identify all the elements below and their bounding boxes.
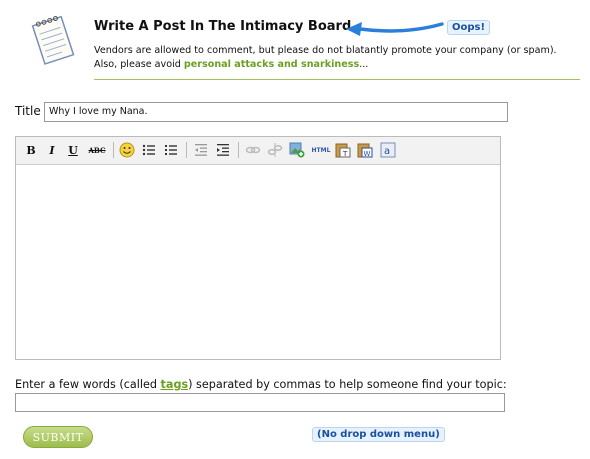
bold-icon[interactable]: B [24,142,38,158]
description-ellipsis: ... [359,59,369,70]
image-icon[interactable] [289,142,305,158]
submit-button[interactable]: SUBMIT [23,426,93,448]
tags-link[interactable]: tags [161,378,189,391]
board-description: Vendors are allowed to comment, but plea… [94,44,570,72]
arrow-annotation-icon [346,22,444,36]
toolbar-separator [238,142,239,158]
paste-word-icon[interactable]: W [357,142,373,158]
link-icon[interactable] [245,142,261,158]
toolbar-separator [186,142,187,158]
header-divider [94,79,580,80]
bullet-list-icon[interactable] [142,142,156,158]
outdent-icon[interactable] [194,142,208,158]
svg-text:a: a [384,146,390,157]
title-label: Title [15,104,41,118]
find-replace-icon[interactable]: a [380,142,396,158]
no-dropdown-annotation: (No drop down menu) [312,427,445,442]
tags-label-text: Enter a few words (called [15,378,161,391]
numbered-list-icon[interactable] [164,142,178,158]
oops-annotation: Oops! [447,20,491,35]
tags-label: Enter a few words (called tags) separate… [15,378,507,391]
smiley-icon[interactable] [119,142,135,158]
svg-text:W: W [364,150,371,158]
page-title: Write A Post In The Intimacy Board [94,19,352,34]
notepad-icon [31,15,75,65]
italic-icon[interactable]: I [46,142,58,158]
tags-input[interactable] [15,393,505,412]
paste-text-icon[interactable]: T [335,142,351,158]
indent-icon[interactable] [216,142,230,158]
toolbar-separator [113,142,114,158]
editor-toolbar: B I U ABC HTML T W a [16,137,500,165]
svg-text:T: T [342,150,348,158]
strikethrough-icon[interactable]: ABC [87,142,107,158]
personal-attacks-link[interactable]: personal attacks and snarkiness [184,59,359,70]
html-icon[interactable]: HTML [310,142,332,158]
rich-text-editor: B I U ABC HTML T W a [15,136,501,360]
title-input[interactable]: Why I love my Nana. [44,102,508,122]
unlink-icon[interactable] [267,142,283,158]
editor-content-area[interactable] [16,165,500,359]
tags-label-suffix: ) separated by commas to help someone fi… [188,378,507,391]
underline-icon[interactable]: U [67,142,79,158]
